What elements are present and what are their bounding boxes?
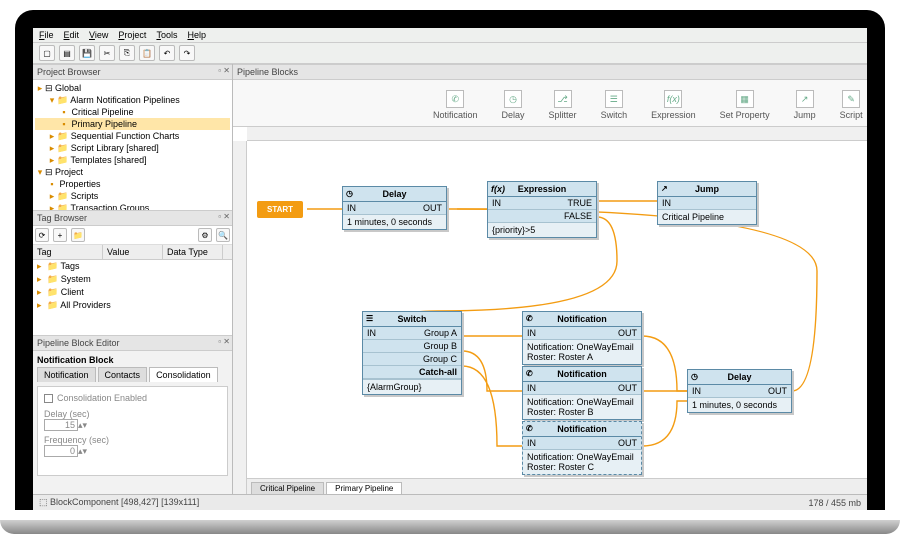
split-icon: ⎇	[554, 90, 572, 108]
toolbar-open-icon[interactable]: ▤	[59, 45, 75, 61]
notification-block-b[interactable]: ✆Notification INOUT Notification: OneWay…	[522, 366, 642, 420]
palette-jump[interactable]: ↗Jump	[794, 90, 816, 120]
palette-expression[interactable]: f(x)Expression	[651, 90, 696, 120]
block-editor: Notification Block Notification Contacts…	[33, 351, 232, 494]
delay-block-1[interactable]: ◷Delay INOUT 1 minutes, 0 seconds	[342, 186, 447, 230]
switch-icon: ☰	[605, 90, 623, 108]
phone-icon: ✆	[526, 369, 533, 378]
tag-browser-title: Tag Browser ▫ ✕	[33, 210, 232, 226]
panel-close-icon[interactable]: ▫ ✕	[218, 337, 230, 346]
phone-icon: ✆	[526, 424, 533, 433]
tag-filter-icon[interactable]: ⚙	[198, 228, 212, 242]
tag-search-icon[interactable]: 🔍	[216, 228, 230, 242]
phone-icon: ✆	[526, 314, 533, 323]
canvas-tab-primary[interactable]: Primary Pipeline	[326, 482, 402, 494]
menu-edit[interactable]: Edit	[64, 30, 80, 40]
tag-refresh-icon[interactable]: ⟳	[35, 228, 49, 242]
panel-close-icon[interactable]: ▫ ✕	[218, 66, 230, 75]
notification-block-a[interactable]: ✆Notification INOUT Notification: OneWay…	[522, 311, 642, 365]
switch-icon: ☰	[366, 314, 373, 323]
toolbar-paste-icon[interactable]: 📋	[139, 45, 155, 61]
pipeline-canvas[interactable]: START ◷Delay INOUT 1 minutes, 0 seconds …	[233, 127, 867, 494]
freq-spinner[interactable]: 0	[44, 445, 78, 457]
block-editor-title: Pipeline Block Editor ▫ ✕	[33, 335, 232, 351]
tab-notification[interactable]: Notification	[37, 367, 96, 382]
toolbar-save-icon[interactable]: 💾	[79, 45, 95, 61]
notification-block-c[interactable]: ✆Notification INOUT Notification: OneWay…	[522, 421, 642, 475]
expression-icon: f(x)	[664, 90, 682, 108]
consolidation-checkbox[interactable]	[44, 394, 53, 403]
left-dock: Project Browser ▫ ✕ ▸⊟ Global ▾📁 Alarm N…	[33, 64, 233, 494]
delay-block-2[interactable]: ◷Delay INOUT 1 minutes, 0 seconds	[687, 369, 792, 413]
tag-folder-icon[interactable]: 📁	[71, 228, 85, 242]
tab-consolidation[interactable]: Consolidation	[149, 367, 218, 382]
status-bar: ⬚ BlockComponent [498,427] [139x111] 178…	[33, 494, 867, 510]
phone-icon: ✆	[446, 90, 464, 108]
menu-view[interactable]: View	[89, 30, 108, 40]
switch-block[interactable]: ☰Switch INGroup A Group B Group C Catch-…	[362, 311, 462, 395]
toolbar-cut-icon[interactable]: ✂	[99, 45, 115, 61]
tag-toolbar: ⟳ + 📁 ⚙ 🔍	[33, 226, 232, 245]
pipeline-blocks-title: Pipeline Blocks	[233, 64, 867, 80]
tag-add-icon[interactable]: +	[53, 228, 67, 242]
menu-project[interactable]: Project	[118, 30, 146, 40]
palette-notification[interactable]: ✆Notification	[433, 90, 478, 120]
start-block[interactable]: START	[257, 201, 303, 218]
project-tree[interactable]: ▸⊟ Global ▾📁 Alarm Notification Pipeline…	[33, 80, 232, 210]
toolbar-new-icon[interactable]: ▢	[39, 45, 55, 61]
jump-icon: ↗	[796, 90, 814, 108]
expression-block[interactable]: f(x)Expression INTRUE FALSE {priority}>5	[487, 181, 597, 238]
palette-splitter[interactable]: ⎇Splitter	[549, 90, 577, 120]
status-memory: 178 / 455 mb	[808, 498, 861, 508]
block-palette: ✆Notification ◷Delay ⎇Splitter ☰Switch f…	[233, 80, 867, 127]
tab-contacts[interactable]: Contacts	[98, 367, 148, 382]
tag-grid[interactable]: Tag Value Data Type ▸📁 Tags ▸📁 System ▸📁…	[33, 245, 232, 335]
canvas-tab-critical[interactable]: Critical Pipeline	[251, 482, 324, 494]
jump-icon: ↗	[661, 184, 668, 193]
delay-spinner[interactable]: 15	[44, 419, 78, 431]
menu-file[interactable]: FFileile	[39, 30, 54, 40]
menu-help[interactable]: Help	[187, 30, 206, 40]
project-browser-title: Project Browser ▫ ✕	[33, 64, 232, 80]
clock-icon: ◷	[691, 372, 698, 381]
clock-icon: ◷	[346, 189, 353, 198]
toolbar-redo-icon[interactable]: ↷	[179, 45, 195, 61]
jump-block[interactable]: ↗Jump IN Critical Pipeline	[657, 181, 757, 225]
palette-setproperty[interactable]: ▦Set Property	[720, 90, 770, 120]
property-icon: ▦	[736, 90, 754, 108]
panel-close-icon[interactable]: ▫ ✕	[218, 212, 230, 221]
toolbar-undo-icon[interactable]: ↶	[159, 45, 175, 61]
editor-heading: Notification Block	[37, 355, 228, 365]
tree-primary-pipeline[interactable]: ▪ Primary Pipeline	[35, 118, 230, 130]
clock-icon: ◷	[504, 90, 522, 108]
status-coordinates: ⬚ BlockComponent [498,427] [139x111]	[39, 497, 199, 508]
main-toolbar: ▢ ▤ 💾 ✂ ⎘ 📋 ↶ ↷	[33, 43, 867, 64]
expression-icon: f(x)	[491, 184, 505, 194]
palette-script[interactable]: ✎Script	[840, 90, 863, 120]
canvas-tabs: Critical Pipeline Primary Pipeline	[247, 478, 867, 494]
menu-bar: FFileile Edit View Project Tools Help	[33, 28, 867, 43]
ruler-horizontal	[247, 127, 867, 141]
script-icon: ✎	[842, 90, 860, 108]
menu-tools[interactable]: Tools	[156, 30, 177, 40]
ruler-vertical	[233, 141, 247, 494]
toolbar-copy-icon[interactable]: ⎘	[119, 45, 135, 61]
palette-delay[interactable]: ◷Delay	[502, 90, 525, 120]
palette-switch[interactable]: ☰Switch	[601, 90, 628, 120]
